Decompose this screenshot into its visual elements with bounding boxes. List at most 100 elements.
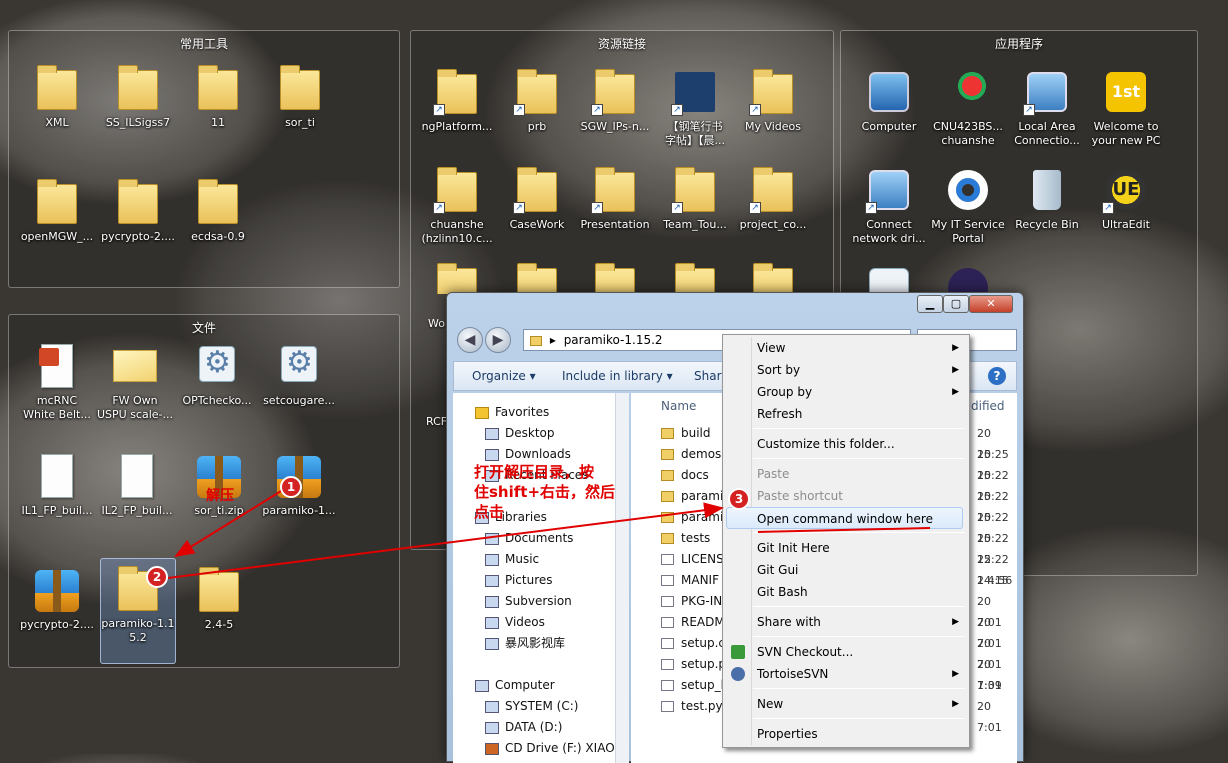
desktop-icon-openmgw[interactable]: openMGW_... — [16, 178, 98, 270]
nav-favorites[interactable]: Favorites — [475, 402, 549, 422]
desktop-icon-prb[interactable]: ↗ prb — [496, 68, 578, 160]
desktop-icon-recycle-bin[interactable]: Recycle Bin — [1006, 166, 1088, 258]
menu-item-sort-by[interactable]: Sort by ▶ — [757, 359, 963, 381]
desktop-icon-book[interactable]: ↗ 【钢笔行书 字帖】【晨... — [654, 68, 736, 160]
desktop-icon-team-tou[interactable]: ↗ Team_Tou... — [654, 166, 736, 258]
menu-item-git-gui[interactable]: Git Gui — [757, 559, 963, 581]
desktop-icon-presentation[interactable]: ↗ Presentation — [574, 166, 656, 258]
file-row[interactable]: LICENS — [661, 549, 724, 570]
include-in-library-button[interactable]: Include in library ▾ — [562, 369, 673, 383]
desktop-icon-project-co[interactable]: ↗ project_co... — [732, 166, 814, 258]
desktop-icon-local-area[interactable]: ↗ Local Area Connectio... — [1006, 68, 1088, 160]
desktop-icon-ngplatform[interactable]: ↗ ngPlatform... — [416, 68, 498, 160]
desktop-icon-welcome[interactable]: 1st Welcome to your new PC — [1085, 68, 1167, 160]
file-row[interactable]: parami — [661, 507, 723, 528]
desktop-icon-computer[interactable]: Computer — [848, 68, 930, 160]
menu-item-view[interactable]: View ▶ — [757, 337, 963, 359]
column-header-name[interactable]: Name — [661, 399, 696, 413]
file-row[interactable]: setup_h — [661, 675, 728, 696]
nav-video-library[interactable]: 暴风影视库 — [485, 633, 565, 653]
nav-videos[interactable]: Videos — [485, 612, 545, 632]
organize-button[interactable]: Organize ▾ — [472, 369, 536, 383]
menu-item-paste[interactable]: Paste — [757, 463, 963, 485]
desktop-icon-cnu423bs[interactable]: CNU423BS... chuanshe — [927, 68, 1009, 160]
desktop-icon-partial-3[interactable] — [574, 262, 656, 294]
minimize-button[interactable]: ▁ — [917, 295, 943, 313]
nav-computer[interactable]: Computer — [475, 675, 555, 695]
menu-item-share-with[interactable]: Share with ▶ — [757, 611, 963, 633]
close-button[interactable]: ✕ — [969, 295, 1013, 313]
python-file-icon — [661, 659, 674, 670]
desktop-icon-partial-1[interactable] — [416, 262, 498, 294]
desktop-icon-fw-own[interactable]: FW Own USPU scale-... — [94, 342, 176, 434]
desktop-icon-sor-ti[interactable]: sor_ti — [259, 64, 341, 156]
desktop-icon-2-4-5[interactable]: 2.4-5 — [178, 566, 260, 658]
desktop-icon-partial-5[interactable] — [732, 262, 814, 294]
desktop-icon-11[interactable]: 11 — [177, 64, 259, 156]
folder-icon — [517, 263, 557, 294]
folder-icon — [595, 263, 635, 294]
file-row[interactable]: READM — [661, 612, 725, 633]
menu-item-new[interactable]: New ▶ — [757, 693, 963, 715]
desktop-icon-ecdsa[interactable]: ecdsa-0.9 — [177, 178, 259, 270]
back-button[interactable]: ◀ — [457, 327, 483, 353]
menu-item-group-by[interactable]: Group by ▶ — [757, 381, 963, 403]
desktop-icon-ultraedit[interactable]: UE ↗ UltraEdit — [1085, 166, 1167, 258]
menu-item-git-bash[interactable]: Git Bash — [757, 581, 963, 603]
desktop-icon-chuanshe[interactable]: ↗ chuanshe (hzlinn10.c... — [416, 166, 498, 258]
nav-pictures[interactable]: Pictures — [485, 570, 553, 590]
menu-item-properties[interactable]: Properties — [757, 723, 963, 745]
help-button[interactable]: ? — [988, 367, 1006, 385]
desktop-icon-pycrypto-zip[interactable]: pycrypto-2.... — [16, 566, 98, 658]
desktop-icon-partial-app-2[interactable] — [927, 264, 1009, 294]
file-row[interactable]: parami — [661, 486, 723, 507]
menu-item-customize-folder[interactable]: Customize this folder... — [757, 433, 963, 455]
file-row[interactable]: test.py — [661, 696, 723, 717]
file-row[interactable]: docs — [661, 465, 709, 486]
desktop-icon-setcougare[interactable]: setcougare... — [258, 342, 340, 434]
desktop-icon-optchecko[interactable]: OPTchecko... — [176, 342, 258, 434]
desktop-icon-partial-app-1[interactable] — [848, 264, 930, 294]
desktop-icon-ss-ilsigss7[interactable]: SS_ILSigss7 — [97, 64, 179, 156]
desktop-icon-partial-2[interactable] — [496, 262, 578, 294]
desktop-icon-il2-fp[interactable]: IL2_FP_buil... — [96, 452, 178, 544]
desktop-icon-casework[interactable]: ↗ CaseWork — [496, 166, 578, 258]
desktop-icon-xml[interactable]: XML — [16, 64, 98, 156]
column-header-modified[interactable]: dified — [971, 399, 1005, 413]
nav-pane-scrollbar[interactable] — [615, 393, 629, 763]
menu-item-svn-checkout[interactable]: SVN Checkout... — [757, 641, 963, 663]
desktop-icon — [485, 427, 499, 440]
desktop-icon-mcrnc[interactable]: mcRNC White Belt... — [16, 342, 98, 434]
desktop-icon-it-portal[interactable]: My IT Service Portal — [927, 166, 1009, 258]
desktop-icon-pycrypto[interactable]: pycrypto-2.... — [97, 178, 179, 270]
menu-item-paste-shortcut[interactable]: Paste shortcut — [757, 485, 963, 507]
desktop-icon-connect-drive[interactable]: ↗ Connect network dri... — [848, 166, 930, 258]
file-row[interactable]: build — [661, 423, 711, 444]
desktop-icon-paramiko-zip[interactable]: paramiko-1... — [258, 452, 340, 544]
file-row[interactable]: setup.c — [661, 633, 725, 654]
nav-desktop[interactable]: Desktop — [485, 423, 555, 443]
file-row[interactable]: setup.p — [661, 654, 726, 675]
nav-documents[interactable]: Documents — [485, 528, 573, 548]
file-row[interactable]: tests — [661, 528, 710, 549]
desktop-icon-my-videos[interactable]: ↗ My Videos — [732, 68, 814, 160]
menu-item-tortoisesvn[interactable]: TortoiseSVN ▶ — [757, 663, 963, 685]
file-row[interactable]: MANIF — [661, 570, 719, 591]
maximize-button[interactable]: ▢ — [943, 295, 969, 313]
nav-drive-f[interactable]: CD Drive (F:) XIAOMI — [485, 738, 629, 758]
desktop-icon-partial-4[interactable] — [654, 262, 736, 294]
desktop-icon-sgw-ips[interactable]: ↗ SGW_IPs-n... — [574, 68, 656, 160]
menu-item-refresh[interactable]: Refresh — [757, 403, 963, 425]
breadcrumb-current[interactable]: paramiko-1.15.2 — [564, 333, 663, 347]
menu-item-git-init[interactable]: Git Init Here — [757, 537, 963, 559]
menu-item-open-command-window[interactable]: Open command window here — [726, 507, 963, 529]
nav-drive-d[interactable]: DATA (D:) — [485, 717, 562, 737]
file-row[interactable]: PKG-IN — [661, 591, 722, 612]
file-row[interactable]: demos — [661, 444, 721, 465]
nav-music[interactable]: Music — [485, 549, 539, 569]
forward-button[interactable]: ▶ — [485, 327, 511, 353]
nav-subversion[interactable]: Subversion — [485, 591, 572, 611]
desktop-icon-il1-fp[interactable]: IL1_FP_buil... — [16, 452, 98, 544]
nav-drive-c[interactable]: SYSTEM (C:) — [485, 696, 578, 716]
nav-downloads[interactable]: Downloads — [485, 444, 571, 464]
